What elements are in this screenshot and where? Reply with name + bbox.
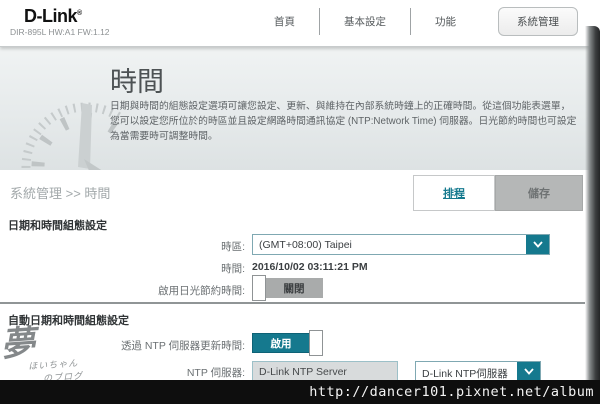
ntp-update-label: 透過 NTP 伺服器更新時間: bbox=[0, 338, 245, 353]
section-divider bbox=[0, 302, 585, 304]
timezone-selected-value: (GMT+08:00) Taipei bbox=[253, 235, 526, 254]
schedule-button[interactable]: 排程 bbox=[413, 175, 495, 211]
router-admin-page: D-Link® DIR-895L HW:A1 FW:1.12 首頁 基本設定 功… bbox=[0, 0, 600, 404]
dlink-logo-text: D-Link bbox=[24, 6, 77, 26]
chevron-down-icon[interactable] bbox=[517, 362, 540, 381]
toggle-knob bbox=[309, 330, 323, 356]
chevron-down-icon[interactable] bbox=[526, 235, 549, 254]
clock-icon bbox=[6, 67, 122, 170]
daylight-saving-label: 啟用日光節約時間: bbox=[0, 283, 245, 298]
nav-tab-features[interactable]: 功能 bbox=[410, 8, 480, 35]
source-url: http://dancer101.pixnet.net/album bbox=[309, 384, 600, 400]
section-title-datetime: 日期和時間組態設定 bbox=[8, 217, 107, 233]
page-title: 時間 bbox=[110, 60, 164, 99]
current-time-value: 2016/10/02 03:11:21 PM bbox=[252, 261, 368, 273]
save-button[interactable]: 儲存 bbox=[495, 175, 583, 211]
top-header: D-Link® DIR-895L HW:A1 FW:1.12 首頁 基本設定 功… bbox=[0, 0, 600, 47]
timezone-select[interactable]: (GMT+08:00) Taipei bbox=[252, 234, 550, 255]
ntp-server-label: NTP 伺服器: bbox=[0, 365, 245, 380]
section-title-auto-datetime: 自動日期和時間組態設定 bbox=[8, 312, 129, 328]
nav-tab-basic-settings[interactable]: 基本設定 bbox=[319, 8, 410, 35]
trademark-mark: ® bbox=[77, 10, 82, 17]
ntp-update-toggle-label: 啟用 bbox=[252, 333, 310, 353]
time-label: 時間: bbox=[0, 261, 245, 276]
device-model-firmware: DIR-895L HW:A1 FW:1.12 bbox=[10, 27, 110, 37]
ntp-server-select[interactable]: D-Link NTP伺服器 bbox=[415, 361, 541, 382]
breadcrumb: 系統管理 >> 時間 bbox=[10, 183, 110, 202]
dlink-logo: D-Link® bbox=[24, 6, 82, 27]
screen-edge-shadow bbox=[585, 26, 600, 380]
daylight-saving-toggle[interactable]: 關閉 bbox=[252, 275, 323, 301]
toolbar: 系統管理 >> 時間 排程 儲存 bbox=[0, 170, 600, 212]
ntp-server-input[interactable] bbox=[252, 361, 398, 382]
timezone-label: 時區: bbox=[0, 239, 245, 254]
footer-bar: http://dancer101.pixnet.net/album bbox=[0, 380, 600, 404]
nav-tab-home[interactable]: 首頁 bbox=[250, 8, 319, 35]
save-button-label: 儲存 bbox=[528, 185, 550, 201]
page-hero: 時間 日期與時間的組態設定選項可讓您設定、更新、與維持在內部系統時鐘上的正確時間… bbox=[0, 47, 600, 170]
ntp-server-selected-value: D-Link NTP伺服器 bbox=[416, 362, 517, 381]
schedule-button-label: 排程 bbox=[443, 185, 465, 201]
main-nav: 首頁 基本設定 功能 系統管理 bbox=[250, 8, 578, 34]
toggle-knob bbox=[252, 275, 266, 301]
ntp-update-toggle[interactable]: 啟用 bbox=[252, 330, 323, 356]
nav-tab-management[interactable]: 系統管理 bbox=[498, 7, 578, 36]
daylight-saving-toggle-label: 關閉 bbox=[265, 278, 323, 298]
page-description: 日期與時間的組態設定選項可讓您設定、更新、與維持在內部系統時鐘上的正確時間。從這… bbox=[110, 99, 578, 145]
